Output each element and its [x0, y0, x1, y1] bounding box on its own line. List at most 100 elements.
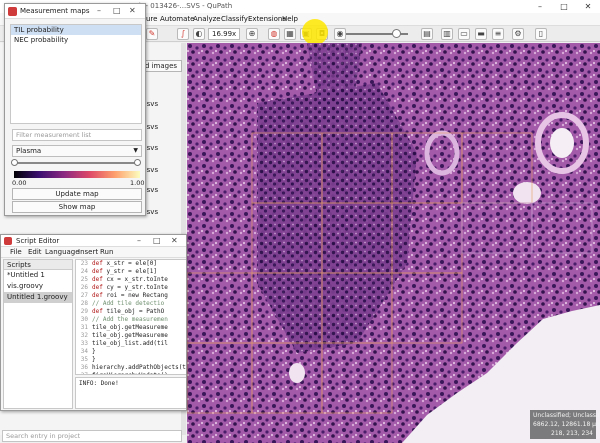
cursor-info-overlay: Unclassified; Unclassified 6862.12, 1286…: [530, 410, 600, 439]
app-logo-icon: [8, 7, 17, 16]
scalebar-icon[interactable]: ≡: [492, 28, 504, 40]
code-text: hierarchy.addPathObjects(tile: [92, 364, 187, 371]
line-number: 25: [80, 276, 88, 283]
range-min-thumb[interactable]: [11, 159, 18, 166]
zoom-fit-icon[interactable]: ⊕: [246, 28, 258, 40]
range-max-label: 1.00: [130, 179, 145, 187]
close-icon[interactable]: ✕: [129, 6, 136, 15]
window-controls: – □ ✕: [528, 0, 600, 13]
show-tma-grid-icon[interactable]: ▦: [284, 28, 296, 40]
line-number: 33: [80, 340, 88, 347]
image-viewer[interactable]: [187, 43, 600, 443]
menu-item-run[interactable]: Run: [100, 248, 113, 256]
menu-item-file[interactable]: File: [10, 248, 22, 256]
line-number: 27: [80, 292, 88, 299]
counting-grid-icon[interactable]: ▥: [441, 28, 453, 40]
menu-item-edit[interactable]: Edit: [28, 248, 42, 256]
code-line[interactable]: 36 hierarchy.addPathObjects(tile: [76, 364, 186, 372]
keyword: def: [92, 284, 103, 291]
code-text: fireHierarchyUpdate(): [92, 372, 168, 374]
grid-icon[interactable]: ▤: [421, 28, 433, 40]
menu-item-classify[interactable]: Classify: [221, 15, 248, 23]
line-number: 29: [80, 308, 88, 315]
cursor-class-label: Unclassified; Unclassified: [533, 412, 600, 419]
window-title: Measurement maps: [20, 7, 90, 15]
colormap-select[interactable]: Plasma ▼: [12, 145, 142, 157]
list-item[interactable]: NEC probability: [11, 35, 141, 45]
location-icon[interactable]: ▬: [475, 28, 487, 40]
code-text: }: [92, 356, 96, 363]
opacity-slider-thumb[interactable]: [392, 29, 401, 38]
measurement-filter-input[interactable]: Filter measurement list: [12, 129, 142, 141]
code-line[interactable]: 30 // Add the measuremen: [76, 316, 186, 324]
minimize-icon[interactable]: –: [528, 0, 552, 13]
code-line[interactable]: 33 tile_obj_list.add(til: [76, 340, 186, 348]
overview-icon[interactable]: ▭: [458, 28, 470, 40]
code-text: def roi = new Rectang: [92, 292, 168, 299]
line-number: 36: [80, 364, 88, 371]
cursor-position-label: 6862.12, 12861.18 µm: [533, 421, 600, 428]
code-line[interactable]: 34}: [76, 348, 186, 356]
contrast-icon[interactable]: ◐: [193, 28, 205, 40]
code-line[interactable]: 23 def x_str = ele[0]: [76, 260, 186, 268]
code-text: def tile_obj = PathO: [92, 308, 165, 315]
close-icon[interactable]: ✕: [576, 0, 600, 13]
menu-item-measure[interactable]: ure: [146, 15, 157, 23]
brush-tool-icon[interactable]: ✎: [146, 28, 158, 40]
measurement-maps-title-bar[interactable]: Measurement maps – □ ✕: [5, 4, 145, 19]
show-cells-icon[interactable]: ◉: [334, 28, 346, 40]
code-editor[interactable]: 23 def x_str = ele[0] 24 def y_str = ele[1]…: [75, 259, 186, 375]
code-line[interactable]: 27 def roi = new Rectang: [76, 292, 186, 300]
code-line[interactable]: 31 tile_obj.getMeasureme: [76, 324, 186, 332]
code-line[interactable]: 24 def y_str = ele[1]: [76, 268, 186, 276]
list-item[interactable]: TIL probability: [11, 25, 141, 35]
code-text: def cy = y_str.toInte: [92, 284, 168, 291]
minimize-icon[interactable]: –: [97, 6, 101, 15]
code-line[interactable]: 26 def cy = y_str.toInte: [76, 284, 186, 292]
cursor-highlight: [302, 19, 328, 45]
code-text: tile_obj.getMeasureme: [92, 332, 168, 339]
list-item[interactable]: Untitled 1.groovy: [4, 292, 72, 303]
code-line[interactable]: 37 fireHierarchyUpdate(): [76, 372, 186, 374]
show-map-button[interactable]: Show map: [12, 201, 142, 213]
log-icon[interactable]: ▯: [535, 28, 547, 40]
line-number: 24: [80, 268, 88, 275]
close-icon[interactable]: ✕: [171, 236, 178, 245]
line-number: 32: [80, 332, 88, 339]
code-line[interactable]: 25 def cx = x_str.toInte: [76, 276, 186, 284]
zoom-field[interactable]: 16.99x: [208, 28, 240, 40]
menu-item-extensions[interactable]: Extensions: [248, 15, 286, 23]
update-map-button[interactable]: Update map: [12, 188, 142, 200]
menu-item-insert[interactable]: Insert: [78, 248, 98, 256]
menu-item-automate[interactable]: Automate: [160, 15, 194, 23]
tissue-image: [187, 43, 600, 443]
range-max-thumb[interactable]: [134, 159, 141, 166]
code-line[interactable]: 32 tile_obj.getMeasureme: [76, 332, 186, 340]
code-text: }: [92, 348, 96, 355]
add-images-button[interactable]: d images: [140, 60, 182, 72]
minimize-icon[interactable]: –: [137, 236, 141, 245]
line-number: 26: [80, 284, 88, 291]
code-line[interactable]: 28 // Add tile detectio: [76, 300, 186, 308]
maximize-icon[interactable]: □: [153, 236, 161, 245]
line-number: 37: [76, 372, 88, 374]
range-min-label: 0.00: [12, 179, 27, 187]
menu-item-language[interactable]: Language: [45, 248, 80, 256]
maximize-icon[interactable]: □: [113, 6, 121, 15]
code-line[interactable]: 35}: [76, 356, 186, 364]
project-search-input[interactable]: Search entry in project: [2, 430, 182, 442]
points-tool-icon[interactable]: ∫: [177, 28, 189, 40]
keyword: def: [92, 268, 103, 275]
list-item[interactable]: *Untitled 1: [4, 270, 72, 281]
show-annotations-icon[interactable]: ◍: [268, 28, 280, 40]
maximize-icon[interactable]: □: [552, 0, 576, 13]
line-number: 35: [80, 356, 88, 363]
script-editor-title-bar[interactable]: Script Editor – □ ✕: [1, 235, 186, 247]
list-item[interactable]: vis.groovy: [4, 281, 72, 292]
menu-item-analyze[interactable]: Analyze: [193, 15, 221, 23]
range-slider-track[interactable]: [14, 162, 140, 164]
code-line[interactable]: 29 def tile_obj = PathO: [76, 308, 186, 316]
settings-icon[interactable]: ⚙: [512, 28, 524, 40]
code-text: def cx = x_str.toInte: [92, 276, 168, 283]
menu-item-help[interactable]: Help: [282, 15, 298, 23]
